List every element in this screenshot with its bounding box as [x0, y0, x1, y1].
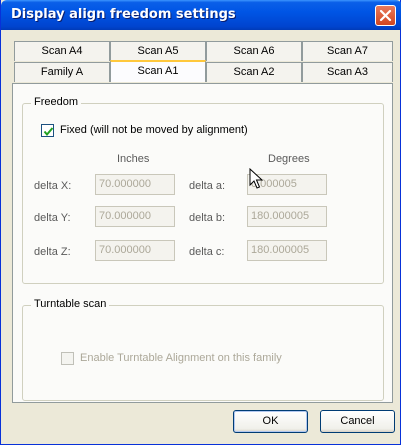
freedom-group-title: Freedom	[31, 96, 82, 108]
delta-z-label: delta Z:	[34, 246, 71, 258]
mouse-cursor-icon	[249, 168, 263, 189]
delta-a-label: delta a:	[189, 180, 226, 192]
enable-turntable-label[interactable]: Enable Turntable Alignment on this famil…	[80, 352, 282, 364]
tab-scan-a2[interactable]: Scan A2	[206, 62, 302, 82]
inches-header: Inches	[117, 153, 150, 165]
tab-scan-a4[interactable]: Scan A4	[14, 41, 110, 61]
close-button[interactable]	[375, 5, 396, 26]
fixed-checkbox[interactable]	[41, 124, 54, 137]
freedom-group: Freedom Fixed (will not be moved by alig…	[22, 96, 384, 284]
delta-b-field[interactable]: 180.000005	[247, 206, 327, 227]
ok-button[interactable]: OK	[233, 410, 308, 433]
tab-scan-a3[interactable]: Scan A3	[302, 62, 393, 82]
enable-turntable-checkbox[interactable]	[61, 352, 74, 365]
fixed-label[interactable]: Fixed (will not be moved by alignment)	[60, 124, 248, 136]
tab-family-a[interactable]: Family A	[14, 62, 110, 82]
tab-scan-a7[interactable]: Scan A7	[302, 41, 393, 61]
title-bar[interactable]: Display align freedom settings	[1, 0, 401, 30]
tab-scan-a5[interactable]: Scan A5	[110, 41, 206, 61]
turntable-group-title: Turntable scan	[31, 298, 110, 310]
delta-z-field[interactable]: 70.000000	[95, 240, 175, 261]
tab-scan-a1[interactable]: Scan A1	[110, 60, 206, 82]
window-title: Display align freedom settings	[11, 7, 236, 22]
checkmark-icon	[43, 127, 54, 137]
delta-c-label: delta c:	[189, 246, 225, 258]
delta-y-label: delta Y:	[34, 212, 71, 224]
delta-x-field[interactable]: 70.000000	[95, 174, 175, 195]
dialog-window: Display align freedom settings Scan A4 S…	[0, 0, 401, 445]
close-icon	[379, 9, 392, 22]
turntable-group: Turntable scan Enable Turntable Alignmen…	[22, 298, 384, 401]
tab-panel: Freedom Fixed (will not be moved by alig…	[12, 83, 393, 403]
delta-x-label: delta X:	[34, 180, 72, 192]
cancel-button[interactable]: Cancel	[320, 410, 395, 433]
delta-c-field[interactable]: 180.000005	[247, 240, 327, 261]
degrees-header: Degrees	[268, 153, 310, 165]
delta-b-label: delta b:	[189, 212, 226, 224]
tab-scan-a6[interactable]: Scan A6	[206, 41, 302, 61]
delta-y-field[interactable]: 70.000000	[95, 206, 175, 227]
